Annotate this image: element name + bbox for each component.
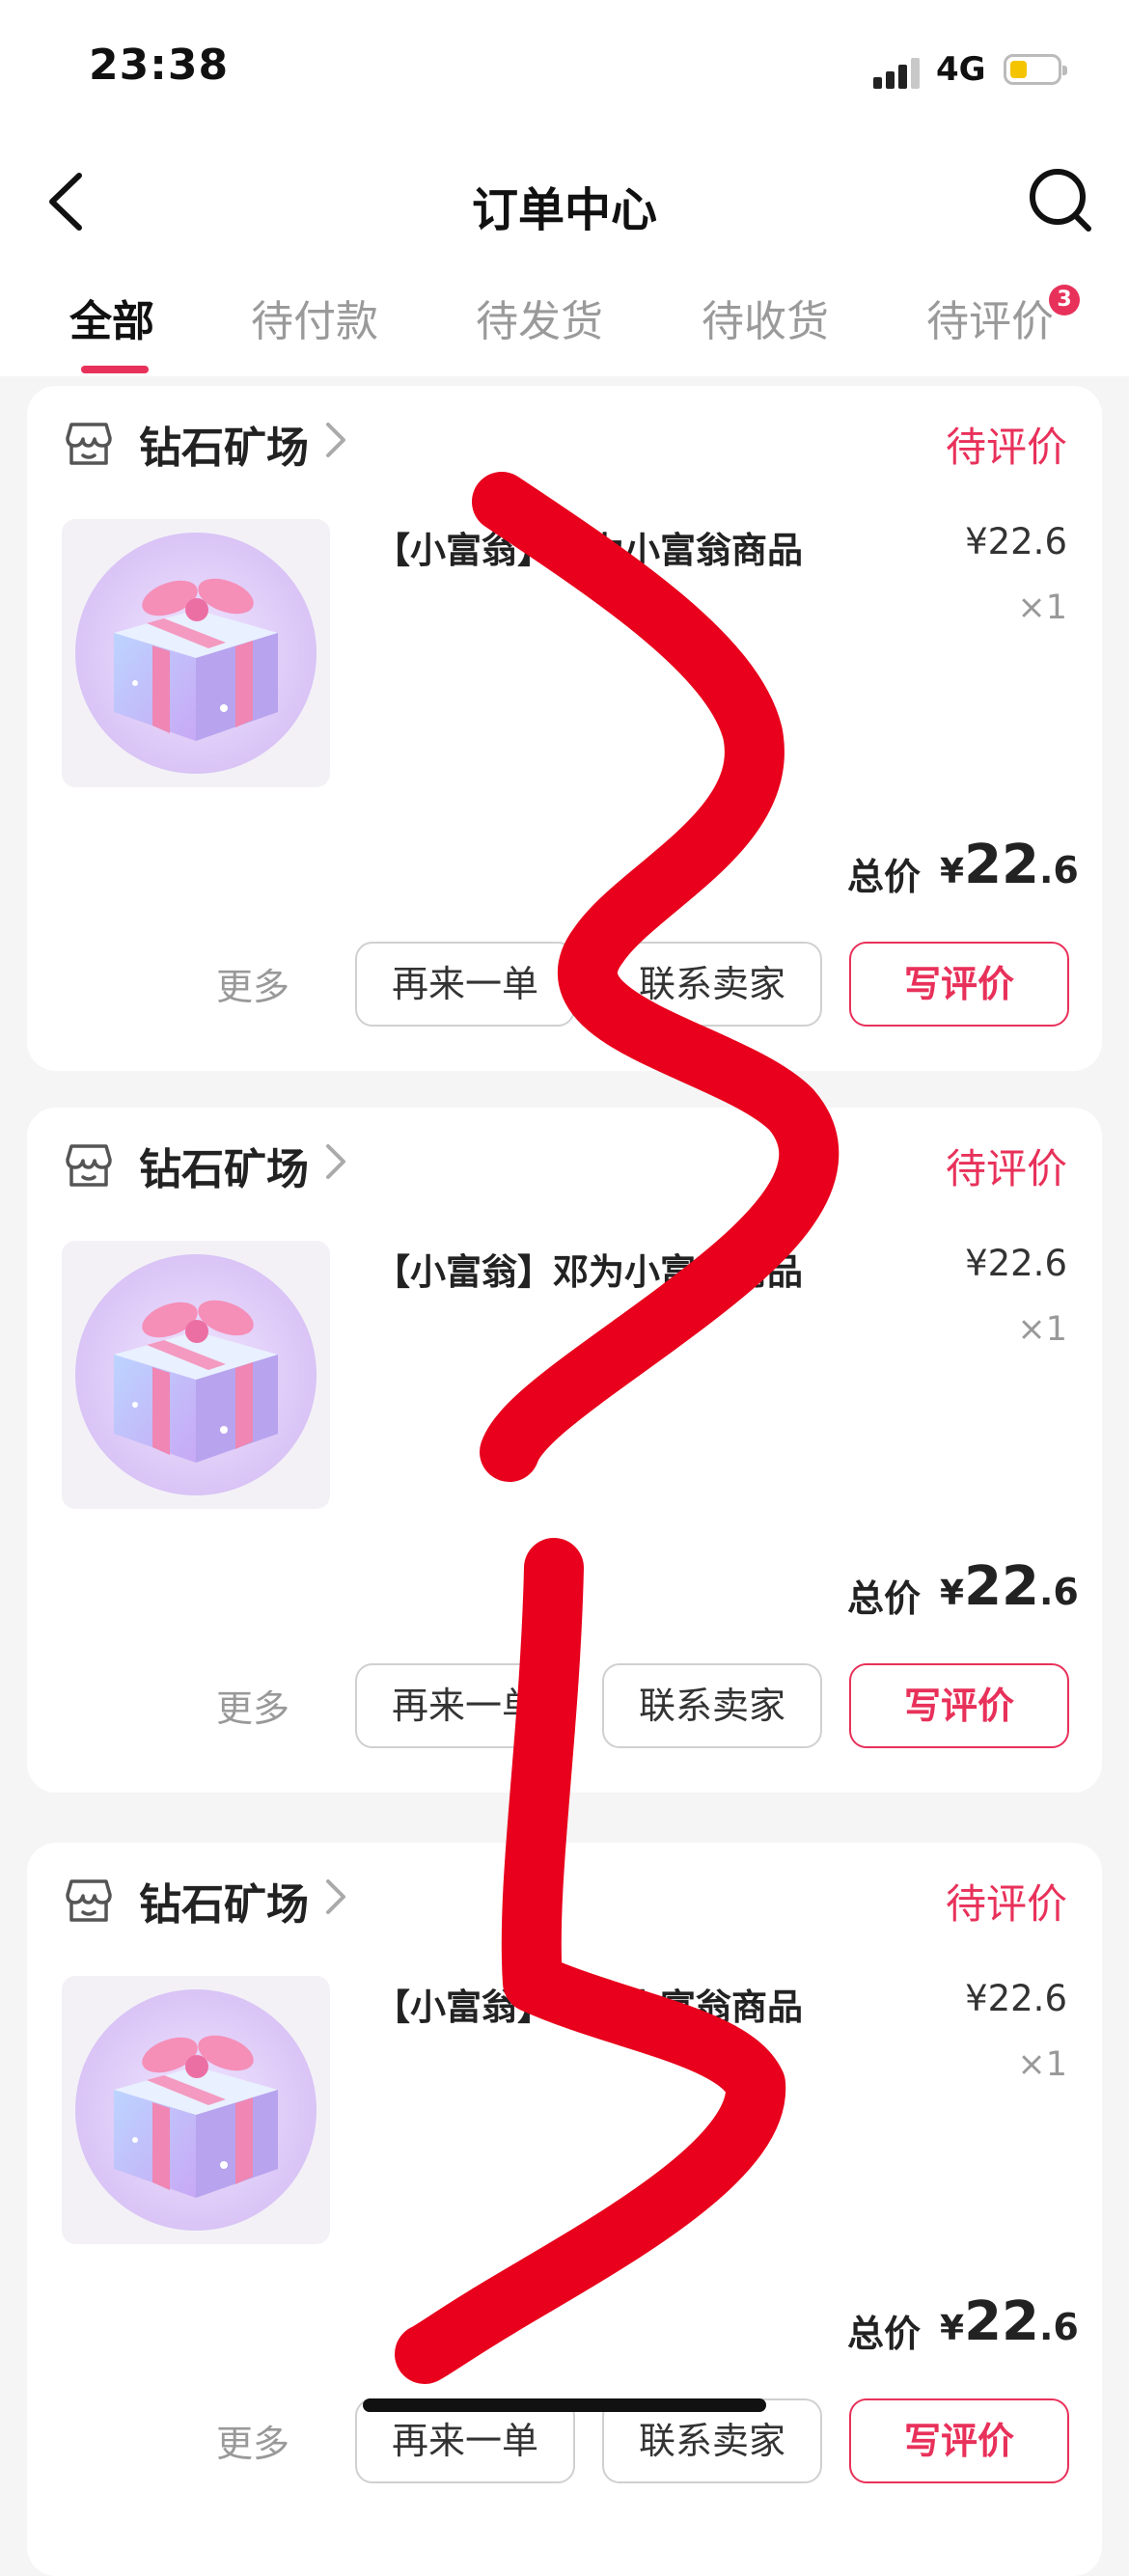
review-count-badge: 3 [1049, 285, 1080, 315]
product-image[interactable] [62, 1976, 330, 2244]
more-button[interactable]: 更多 [216, 957, 289, 1010]
total-label: 总价 [847, 1577, 922, 1620]
total-price-integer: 22 [964, 834, 1039, 896]
signal-icon [873, 58, 920, 89]
active-tab-indicator [81, 366, 149, 373]
total-currency: ¥ [940, 1574, 965, 1613]
product-quantity: ×1 [1017, 1310, 1067, 1349]
total-price-decimal: .6 [1039, 1571, 1079, 1613]
total-price-integer: 22 [964, 2290, 1039, 2353]
chevron-right-icon[interactable] [322, 419, 349, 461]
order-status: 待评价 [945, 1880, 1067, 1928]
nav-bar: 订单中心 [0, 135, 1129, 265]
total-currency: ¥ [940, 852, 965, 891]
battery-icon [1004, 54, 1067, 85]
reorder-button[interactable]: 再来一单 [355, 1663, 575, 1748]
more-button[interactable]: 更多 [216, 1679, 289, 1732]
tab-pending-review[interactable]: 待评价 [926, 287, 1054, 348]
product-price: ¥22.6 [965, 521, 1067, 562]
write-review-button[interactable]: 写评价 [849, 942, 1069, 1027]
tab-pending-payment[interactable]: 待付款 [251, 287, 378, 348]
contact-seller-button[interactable]: 联系卖家 [602, 942, 822, 1027]
gift-box-icon [62, 533, 330, 787]
contact-seller-button[interactable]: 联系卖家 [602, 1663, 822, 1748]
search-icon[interactable] [1023, 162, 1100, 239]
product-title[interactable]: 【小富翁】邓为小富翁商品 [374, 1243, 803, 1295]
order-status: 待评价 [945, 1145, 1067, 1192]
tab-pending-receipt[interactable]: 待收货 [702, 287, 829, 348]
reorder-button[interactable]: 再来一单 [355, 942, 575, 1027]
total-price-decimal: .6 [1039, 2306, 1079, 2348]
product-title[interactable]: 【小富翁】邓为小富翁商品 [374, 521, 803, 573]
chevron-right-icon[interactable] [322, 1876, 349, 1918]
store-name[interactable]: 钻石矿场 [139, 1870, 309, 1932]
order-card[interactable]: 钻石矿场 待评价 【小富翁】邓为小富翁商品 ¥22.6 ×1 总价 ¥22.6 … [27, 386, 1102, 1071]
home-indicator [363, 2398, 766, 2412]
network-type: 4G [936, 50, 986, 89]
status-bar: 23:38 4G [0, 0, 1129, 135]
total-price: ¥22.6 [940, 834, 1079, 896]
total-currency: ¥ [940, 2309, 965, 2348]
write-review-button[interactable]: 写评价 [849, 1663, 1069, 1748]
product-title[interactable]: 【小富翁】邓为小富翁商品 [374, 1978, 803, 2030]
page-title: 订单中心 [471, 183, 657, 237]
gift-box-icon [62, 1989, 330, 2244]
order-card[interactable]: 钻石矿场 待评价 【小富翁】邓为小富翁商品 ¥22.6 ×1 总价 ¥22.6 … [27, 1843, 1102, 2576]
total-label: 总价 [847, 856, 922, 898]
store-icon [62, 1138, 116, 1192]
store-name[interactable]: 钻石矿场 [139, 1135, 309, 1196]
total-price: ¥22.6 [940, 2290, 1079, 2353]
product-image[interactable] [62, 519, 330, 787]
total-price: ¥22.6 [940, 1555, 1079, 1618]
gift-box-icon [62, 1254, 330, 1509]
order-status: 待评价 [945, 424, 1067, 471]
write-review-button[interactable]: 写评价 [849, 2398, 1069, 2483]
product-quantity: ×1 [1017, 589, 1067, 627]
store-name[interactable]: 钻石矿场 [139, 413, 309, 475]
product-price: ¥22.6 [965, 1243, 1067, 1284]
chevron-right-icon[interactable] [322, 1140, 349, 1183]
store-icon [62, 417, 116, 471]
total-price-decimal: .6 [1039, 849, 1079, 891]
order-card[interactable]: 钻石矿场 待评价 【小富翁】邓为小富翁商品 ¥22.6 ×1 总价 ¥22.6 … [27, 1108, 1102, 1793]
total-price-integer: 22 [964, 1555, 1039, 1618]
status-time: 23:38 [89, 41, 230, 90]
tab-pending-shipment[interactable]: 待发货 [476, 287, 603, 348]
tab-all[interactable]: 全部 [69, 287, 154, 348]
order-tabs: 全部 待付款 待发货 待收货 待评价 3 [0, 265, 1129, 376]
total-label: 总价 [847, 2313, 922, 2355]
more-button[interactable]: 更多 [216, 2414, 289, 2467]
product-quantity: ×1 [1017, 2045, 1067, 2084]
product-image[interactable] [62, 1241, 330, 1509]
store-icon [62, 1874, 116, 1928]
product-price: ¥22.6 [965, 1978, 1067, 2019]
